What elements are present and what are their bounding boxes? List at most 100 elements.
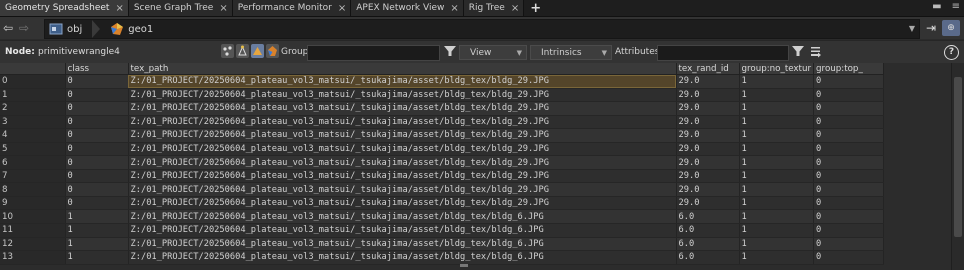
scrollbar-thumb[interactable] xyxy=(954,77,962,237)
breadcrumb-geo1[interactable]: geo1 xyxy=(128,24,153,35)
table-row[interactable]: 12 1 Z:/01_PROJECT/20250604_plateau_vol3_m… xyxy=(0,237,885,252)
table-cell[interactable]: 1 xyxy=(739,209,815,224)
table-cell[interactable]: 6.0 xyxy=(676,223,740,238)
tab-geometry-spreadsheet[interactable]: Geometry Spreadsheet × xyxy=(0,0,129,16)
column-header-tex-rand-id[interactable]: tex_rand_id xyxy=(676,63,740,75)
table-cell[interactable]: 0 xyxy=(65,128,129,143)
table-cell[interactable]: 29.0 xyxy=(676,196,740,211)
table-cell[interactable]: 29.0 xyxy=(676,169,740,184)
table-row[interactable]: 3 0 Z:/01_PROJECT/20250604_plateau_vol3_ma… xyxy=(0,115,885,130)
row-index-cell[interactable]: 10 xyxy=(0,209,66,224)
table-cell[interactable]: Z:/01_PROJECT/20250604_plateau_vol3_mats… xyxy=(128,101,677,116)
table-row[interactable]: 6 0 Z:/01_PROJECT/20250604_plateau_vol3_ma… xyxy=(0,155,885,170)
link-icon[interactable]: ⊕ xyxy=(942,20,960,36)
table-cell[interactable]: 0 xyxy=(65,182,129,197)
table-row[interactable]: 1 0 Z:/01_PROJECT/20250604_plateau_vol3_ma… xyxy=(0,88,885,103)
table-cell[interactable]: 1 xyxy=(739,182,815,197)
intrinsics-dropdown[interactable]: Intrinsics ▼ xyxy=(530,45,612,60)
row-index-cell[interactable]: 3 xyxy=(0,115,66,130)
table-row[interactable]: 4 0 Z:/01_PROJECT/20250604_plateau_vol3_ma… xyxy=(0,128,885,143)
column-header-group-no-texture[interactable]: group:no_textur xyxy=(739,63,815,75)
table-cell[interactable]: 0 xyxy=(813,169,885,184)
table-cell[interactable]: 29.0 xyxy=(676,74,740,89)
detail-mode-button[interactable] xyxy=(266,44,279,58)
table-cell[interactable]: 0 xyxy=(65,196,129,211)
table-cell[interactable]: 0 xyxy=(65,142,129,157)
table-cell[interactable]: 6.0 xyxy=(676,237,740,252)
filter-funnel-icon[interactable] xyxy=(443,44,457,58)
table-cell[interactable]: 29.0 xyxy=(676,155,740,170)
row-index-cell[interactable]: 11 xyxy=(0,223,66,238)
group-filter-field[interactable] xyxy=(307,45,440,61)
table-row[interactable]: 5 0 Z:/01_PROJECT/20250604_plateau_vol3_ma… xyxy=(0,142,885,157)
column-header-index[interactable] xyxy=(0,63,66,75)
column-header-tex-path[interactable]: tex_path xyxy=(128,63,677,75)
table-cell[interactable]: Z:/01_PROJECT/20250604_plateau_vol3_mats… xyxy=(128,128,677,143)
row-index-cell[interactable]: 2 xyxy=(0,101,66,116)
table-cell[interactable]: 29.0 xyxy=(676,142,740,157)
help-icon[interactable]: ? xyxy=(944,45,959,60)
close-icon[interactable]: × xyxy=(219,3,227,14)
table-cell[interactable]: 1 xyxy=(739,142,815,157)
table-cell[interactable]: 29.0 xyxy=(676,182,740,197)
list-options-icon[interactable] xyxy=(809,44,823,58)
table-cell[interactable]: Z:/01_PROJECT/20250604_plateau_vol3_mats… xyxy=(128,74,677,89)
tab-apex-network-view[interactable]: APEX Network View × xyxy=(351,0,464,16)
table-cell[interactable]: 1 xyxy=(739,74,815,89)
table-cell[interactable]: Z:/01_PROJECT/20250604_plateau_vol3_mats… xyxy=(128,142,677,157)
pane-resize-handle[interactable] xyxy=(460,264,468,267)
table-cell[interactable]: Z:/01_PROJECT/20250604_plateau_vol3_mats… xyxy=(128,169,677,184)
table-cell[interactable]: 1 xyxy=(739,88,815,103)
table-cell[interactable]: 0 xyxy=(813,223,885,238)
table-cell[interactable]: Z:/01_PROJECT/20250604_plateau_vol3_mats… xyxy=(128,182,677,197)
row-index-cell[interactable]: 12 xyxy=(0,237,66,252)
table-cell[interactable]: 29.0 xyxy=(676,115,740,130)
table-cell[interactable]: 1 xyxy=(739,250,815,265)
table-cell[interactable]: 0 xyxy=(813,142,885,157)
table-cell[interactable]: 6.0 xyxy=(676,250,740,265)
pane-layout-icon[interactable]: ▬ xyxy=(932,1,941,12)
table-cell[interactable]: 1 xyxy=(65,250,129,265)
close-icon[interactable]: × xyxy=(450,3,458,14)
breadcrumb-obj[interactable]: obj xyxy=(67,24,82,35)
table-cell[interactable]: 0 xyxy=(813,88,885,103)
table-cell[interactable]: 1 xyxy=(739,196,815,211)
primitives-mode-button[interactable] xyxy=(251,44,264,58)
row-index-cell[interactable]: 9 xyxy=(0,196,66,211)
table-cell[interactable]: 0 xyxy=(65,115,129,130)
table-cell[interactable]: Z:/01_PROJECT/20250604_plateau_vol3_mats… xyxy=(128,155,677,170)
table-row[interactable]: 9 0 Z:/01_PROJECT/20250604_plateau_vol3_ma… xyxy=(0,196,885,211)
table-cell[interactable]: Z:/01_PROJECT/20250604_plateau_vol3_mats… xyxy=(128,209,677,224)
forward-arrow-icon[interactable]: ⇨ xyxy=(16,21,32,35)
table-cell[interactable]: 1 xyxy=(739,169,815,184)
table-cell[interactable]: 0 xyxy=(813,196,885,211)
table-cell[interactable]: 0 xyxy=(813,209,885,224)
table-cell[interactable]: Z:/01_PROJECT/20250604_plateau_vol3_mats… xyxy=(128,196,677,211)
table-cell[interactable]: 0 xyxy=(813,155,885,170)
table-row[interactable]: 13 1 Z:/01_PROJECT/20250604_plateau_vol3_m… xyxy=(0,250,885,265)
row-index-cell[interactable]: 1 xyxy=(0,88,66,103)
close-icon[interactable]: × xyxy=(115,3,123,14)
table-cell[interactable]: 1 xyxy=(739,155,815,170)
table-cell[interactable]: Z:/01_PROJECT/20250604_plateau_vol3_mats… xyxy=(128,237,677,252)
table-cell[interactable]: 0 xyxy=(813,115,885,130)
table-cell[interactable]: 1 xyxy=(65,209,129,224)
table-cell[interactable]: Z:/01_PROJECT/20250604_plateau_vol3_mats… xyxy=(128,88,677,103)
row-index-cell[interactable]: 0 xyxy=(0,74,66,89)
table-cell[interactable]: 0 xyxy=(65,155,129,170)
table-cell[interactable]: 29.0 xyxy=(676,88,740,103)
tab-rig-tree[interactable]: Rig Tree × xyxy=(463,0,525,16)
table-cell[interactable]: Z:/01_PROJECT/20250604_plateau_vol3_mats… xyxy=(128,115,677,130)
table-row[interactable]: 11 1 Z:/01_PROJECT/20250604_plateau_vol3_m… xyxy=(0,223,885,238)
tab-performance-monitor[interactable]: Performance Monitor × xyxy=(232,0,352,16)
table-cell[interactable]: 1 xyxy=(739,223,815,238)
row-index-cell[interactable]: 8 xyxy=(0,182,66,197)
row-index-cell[interactable]: 6 xyxy=(0,155,66,170)
pin-icon[interactable]: ⇥ xyxy=(926,21,936,35)
column-header-class[interactable]: class xyxy=(65,63,129,75)
tab-scene-graph-tree[interactable]: Scene Graph Tree × xyxy=(128,0,233,16)
table-cell[interactable]: Z:/01_PROJECT/20250604_plateau_vol3_mats… xyxy=(128,250,677,265)
table-row[interactable]: 10 1 Z:/01_PROJECT/20250604_plateau_vol3_m… xyxy=(0,209,885,224)
table-cell[interactable]: 29.0 xyxy=(676,101,740,116)
table-cell[interactable]: 1 xyxy=(739,115,815,130)
